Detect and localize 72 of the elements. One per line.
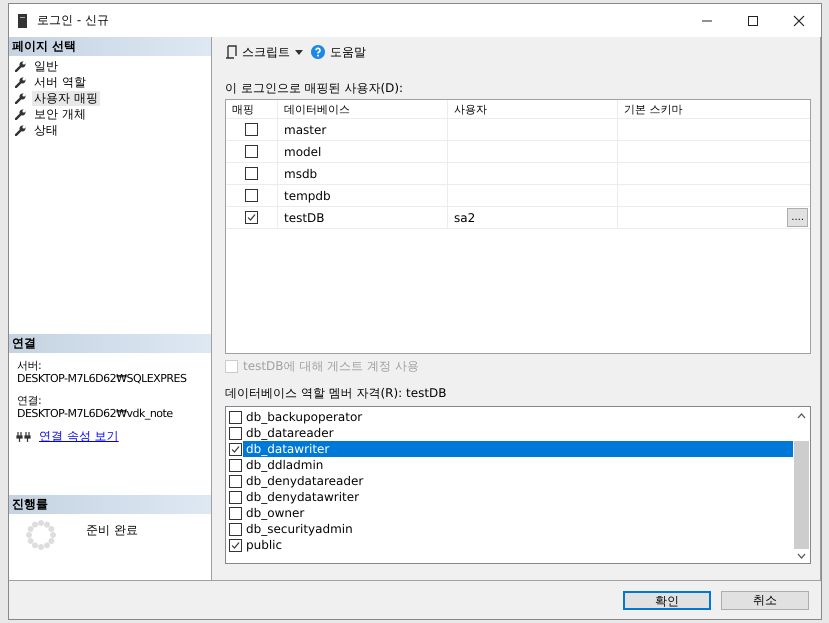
section-header: 페이지 선택 (9, 37, 211, 56)
section-header: 진행률 (9, 495, 211, 514)
list-item[interactable]: db_datawriter (243, 441, 793, 457)
list-item[interactable]: db_securityadmin (243, 521, 793, 537)
list-item[interactable]: db_denydatawriter (243, 489, 793, 505)
checkbox[interactable] (245, 167, 258, 180)
close-icon[interactable] (793, 14, 805, 26)
scroll-up-icon[interactable] (797, 413, 806, 419)
window-title: 로그인 - 신규 (37, 12, 109, 29)
sidebar-item[interactable]: 상태 (32, 122, 60, 138)
checkbox[interactable] (229, 426, 242, 440)
connection-label: 연결: (17, 394, 42, 407)
server-name: DESKTOP-M7L6D62₩SQLEXPRES (17, 372, 188, 385)
roles-label: 데이터베이스 역할 멤버 자격(R): testDB (225, 386, 448, 400)
progress-status: 준비 완료 (86, 522, 138, 539)
column-header: 데이터베이스 (278, 100, 448, 118)
list-item[interactable]: public (243, 537, 793, 553)
scrollbar-thumb[interactable] (794, 441, 809, 549)
checkbox[interactable] (229, 506, 242, 520)
script-button[interactable]: 스크립트 (225, 44, 303, 60)
list-item[interactable]: db_denydatareader (243, 473, 793, 489)
list-item[interactable]: db_backupoperator (243, 409, 793, 425)
checkbox[interactable] (245, 211, 258, 224)
connection-name: DESKTOP-M7L6D62₩vdk_note (17, 407, 174, 420)
scroll-down-icon[interactable] (797, 553, 806, 559)
checkbox[interactable] (245, 189, 258, 202)
wrench-icon (15, 76, 26, 88)
spinner-icon (26, 520, 56, 550)
table-cell: master (284, 122, 326, 136)
table-cell: tempdb (284, 188, 331, 202)
checkbox[interactable] (229, 538, 242, 552)
checkbox[interactable] (229, 458, 242, 472)
plug-icon (16, 432, 32, 442)
column-header: 매핑 (226, 100, 278, 118)
server-label: 서버: (17, 359, 42, 372)
wrench-icon (15, 124, 26, 136)
script-icon (225, 45, 237, 59)
wrench-icon (15, 92, 26, 104)
column-header: 사용자 (448, 100, 618, 118)
checkbox[interactable] (245, 145, 258, 158)
checkbox[interactable] (229, 490, 242, 504)
checkbox-label: testDB에 대해 게스트 계정 사용 (243, 358, 419, 374)
server-icon (18, 14, 27, 28)
table-cell: testDB (284, 210, 325, 224)
table-label: 이 로그인으로 매핑된 사용자(D): (225, 81, 404, 95)
table-cell: model (284, 144, 322, 158)
sidebar-item[interactable]: 일반 (32, 58, 60, 74)
checkbox[interactable] (229, 410, 242, 424)
help-icon (311, 45, 325, 59)
table-cell: sa2 (454, 210, 476, 224)
table-cell: msdb (284, 166, 318, 180)
sidebar-item[interactable]: 서버 역할 (32, 74, 88, 90)
browse-button[interactable]: .... (787, 208, 808, 227)
sidebar-item[interactable]: 보안 개체 (32, 106, 88, 122)
column-header: 기본 스키마 (623, 102, 684, 118)
wrench-icon (15, 60, 26, 72)
checkbox[interactable] (245, 123, 258, 136)
maximize-icon[interactable] (747, 14, 759, 26)
list-item[interactable]: db_owner (243, 505, 793, 521)
list-item[interactable]: db_ddladmin (243, 457, 793, 473)
checkbox[interactable] (229, 474, 242, 488)
dialog-button[interactable]: 확인 (623, 590, 711, 610)
section-header: 연결 (9, 334, 211, 353)
sidebar-item[interactable]: 사용자 매핑 (32, 90, 100, 106)
help-button[interactable]: 도움말 (311, 44, 366, 60)
dropdown-arrow-icon (295, 50, 303, 54)
checkbox[interactable] (229, 442, 242, 456)
wrench-icon (15, 108, 26, 120)
connection-properties-link[interactable]: 연결 속성 보기 (39, 428, 119, 445)
list-item[interactable]: db_datareader (243, 425, 793, 441)
dialog-button[interactable]: 취소 (721, 590, 809, 610)
checkbox[interactable] (229, 522, 242, 536)
